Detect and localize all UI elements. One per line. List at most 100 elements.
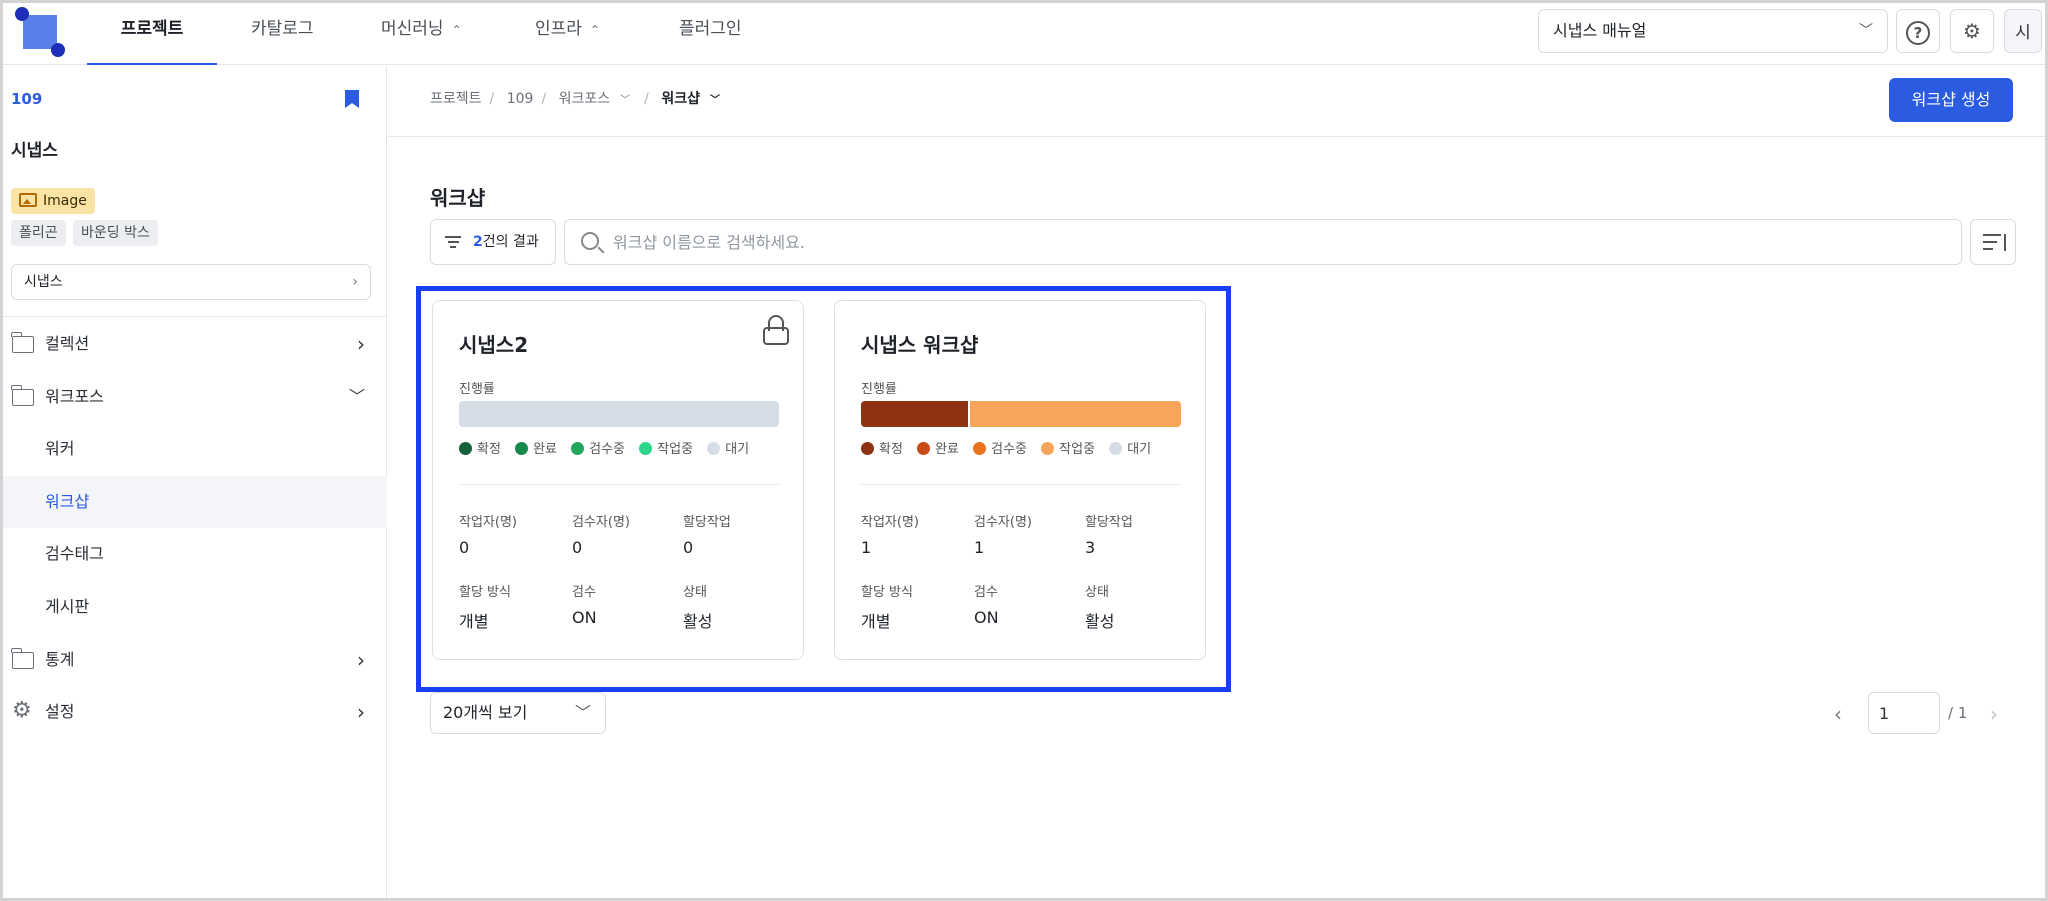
legend-dot bbox=[1109, 442, 1123, 455]
search-icon bbox=[581, 232, 599, 250]
sidebar-item-workshop[interactable]: 워크샵 bbox=[3, 476, 387, 528]
user-avatar-button[interactable]: 시 bbox=[2004, 9, 2042, 53]
chevron-down-icon: ﹀ bbox=[709, 95, 720, 106]
legend-dot bbox=[515, 442, 529, 455]
tag-polygon: 폴리곤 bbox=[11, 220, 66, 246]
breadcrumb-item-project-id[interactable]: 109 bbox=[507, 91, 534, 107]
folder-icon bbox=[11, 648, 34, 669]
tag-bounding-box: 바운딩 박스 bbox=[73, 220, 158, 246]
stat-reviewers: 검수자(명) 0 bbox=[572, 515, 630, 557]
sidebar-item-statistics[interactable]: 통계 › bbox=[3, 634, 387, 686]
progress-label: 진행률 bbox=[861, 382, 897, 397]
progress-bar bbox=[459, 401, 779, 427]
legend-item-waiting: 대기 bbox=[707, 438, 749, 457]
breadcrumb-item-project[interactable]: 프로젝트 bbox=[430, 91, 482, 107]
header-divider bbox=[388, 136, 2045, 137]
page-total: / 1 bbox=[1948, 704, 1968, 722]
stat-review: 검수 ON bbox=[974, 585, 999, 627]
prev-page-button[interactable]: ‹ bbox=[1834, 702, 1842, 726]
legend-item-confirmed: 확정 bbox=[459, 438, 501, 457]
chevron-updown-icon: ⌃ bbox=[451, 23, 462, 37]
settings-button[interactable]: ⚙ bbox=[1950, 9, 1994, 53]
search-input[interactable] bbox=[613, 220, 1943, 264]
progress-segment bbox=[967, 401, 1181, 427]
legend-item-completed: 완료 bbox=[917, 438, 959, 457]
top-navigation: 프로젝트 카탈로그 머신러닝 ⌃ 인프라 ⌃ 플러그인 시냅스 매뉴얼 ﹀ ? ⚙ … bbox=[3, 3, 2045, 65]
chevron-down-icon: ﹀ bbox=[620, 95, 631, 106]
legend-item-working: 작업중 bbox=[1041, 438, 1095, 457]
progress-segment bbox=[459, 401, 779, 427]
sidebar: 109 시냅스 Image 폴리곤 바운딩 박스 시냅스 › 컬렉션 › 워크포… bbox=[3, 66, 387, 898]
sidebar-item-worker[interactable]: 워커 bbox=[3, 423, 387, 475]
app-logo[interactable] bbox=[15, 7, 67, 59]
next-page-button[interactable]: › bbox=[1990, 702, 1998, 726]
card-divider bbox=[861, 484, 1181, 485]
search-box[interactable] bbox=[564, 219, 1962, 265]
tab-infra[interactable]: 인프라 ⌃ bbox=[535, 3, 600, 65]
folder-icon bbox=[11, 385, 34, 406]
sidebar-item-workforce[interactable]: 워크포스 ﹀ bbox=[3, 371, 387, 423]
tab-plugin[interactable]: 플러그인 bbox=[679, 3, 742, 65]
filter-button[interactable]: 2건의 결과 bbox=[430, 219, 556, 265]
sidebar-item-review-tag[interactable]: 검수태그 bbox=[3, 528, 387, 580]
legend-dot bbox=[1041, 442, 1055, 455]
sort-button[interactable] bbox=[1970, 219, 2016, 265]
project-select[interactable]: 시냅스 매뉴얼 ﹀ bbox=[1538, 9, 1888, 53]
workshop-card[interactable]: 시냅스 워크샵 진행률 확정 완료 검수중 작업중 대기 작업자(명) 1 검수자… bbox=[834, 300, 1206, 660]
tab-catalog[interactable]: 카탈로그 bbox=[251, 3, 314, 65]
progress-segment bbox=[861, 401, 968, 427]
bookmark-icon[interactable] bbox=[345, 90, 359, 108]
stat-assignment-method: 할당 방식 개별 bbox=[459, 585, 511, 631]
chevron-down-icon: ﹀ bbox=[574, 703, 591, 722]
legend-dot bbox=[571, 442, 585, 455]
page-size-select[interactable]: 20개씩 보기 ﹀ bbox=[430, 692, 606, 734]
project-id: 109 bbox=[11, 90, 43, 108]
chevron-updown-icon: ⌃ bbox=[589, 23, 600, 37]
chevron-right-icon: › bbox=[357, 700, 365, 724]
help-button[interactable]: ? bbox=[1896, 9, 1940, 53]
tab-project[interactable]: 프로젝트 bbox=[87, 3, 217, 65]
folder-icon bbox=[11, 332, 34, 353]
main-content: 프로젝트/ 109/ 워크포스 ﹀ / 워크샵 ﹀ 워크샵 생성 워크샵 2건의 결과… bbox=[388, 66, 2045, 898]
chevron-right-icon: › bbox=[357, 332, 365, 356]
progress-legend: 확정 완료 검수중 작업중 대기 bbox=[861, 438, 1161, 457]
sidebar-item-board[interactable]: 게시판 bbox=[3, 581, 387, 633]
legend-dot bbox=[707, 442, 721, 455]
sidebar-item-settings[interactable]: ⚙ 설정 › bbox=[3, 686, 387, 738]
stat-reviewers: 검수자(명) 1 bbox=[974, 515, 1032, 557]
chevron-right-icon: › bbox=[357, 648, 365, 672]
stat-workers: 작업자(명) 1 bbox=[861, 515, 919, 557]
stat-assigned-tasks: 할당작업 0 bbox=[683, 515, 731, 557]
legend-dot bbox=[459, 442, 472, 455]
tab-machine-learning[interactable]: 머신러닝 ⌃ bbox=[381, 3, 462, 65]
legend-item-waiting: 대기 bbox=[1109, 438, 1151, 457]
workshop-card[interactable]: 시냅스2 진행률 확정 완료 검수중 작업중 대기 작업자(명) 0 검수자(명)… bbox=[432, 300, 804, 660]
stat-workers: 작업자(명) 0 bbox=[459, 515, 517, 557]
project-name: 시냅스 bbox=[11, 141, 58, 161]
sidebar-item-collection[interactable]: 컬렉션 › bbox=[3, 318, 387, 370]
stat-assignment-method: 할당 방식 개별 bbox=[861, 585, 913, 631]
breadcrumb-item-workforce[interactable]: 워크포스 ﹀ bbox=[559, 91, 637, 107]
data-type-badge: Image bbox=[11, 188, 95, 214]
legend-item-reviewing: 검수중 bbox=[571, 438, 625, 457]
page-number-input[interactable] bbox=[1868, 692, 1940, 734]
card-divider bbox=[459, 484, 779, 485]
chevron-down-icon: ﹀ bbox=[348, 387, 365, 406]
stat-review: 검수 ON bbox=[572, 585, 597, 627]
gear-icon: ⚙ bbox=[12, 698, 32, 723]
legend-dot bbox=[861, 442, 874, 455]
chevron-down-icon: ﹀ bbox=[1859, 23, 1873, 39]
sidebar-divider bbox=[3, 316, 387, 317]
dataset-select[interactable]: 시냅스 › bbox=[11, 264, 371, 300]
lock-icon bbox=[763, 315, 789, 345]
workshop-title: 시냅스 워크샵 bbox=[861, 333, 979, 357]
breadcrumb-item-workshop[interactable]: 워크샵 ﹀ bbox=[661, 91, 726, 107]
page-title: 워크샵 bbox=[430, 186, 486, 210]
help-icon: ? bbox=[1906, 21, 1930, 45]
create-workshop-button[interactable]: 워크샵 생성 bbox=[1889, 78, 2013, 122]
stat-assigned-tasks: 할당작업 3 bbox=[1085, 515, 1133, 557]
avatar: 시 bbox=[2015, 23, 2031, 43]
breadcrumb: 프로젝트/ 109/ 워크포스 ﹀ / 워크샵 ﹀ bbox=[430, 88, 732, 108]
result-count: 2 bbox=[473, 234, 483, 250]
legend-dot bbox=[917, 442, 931, 455]
